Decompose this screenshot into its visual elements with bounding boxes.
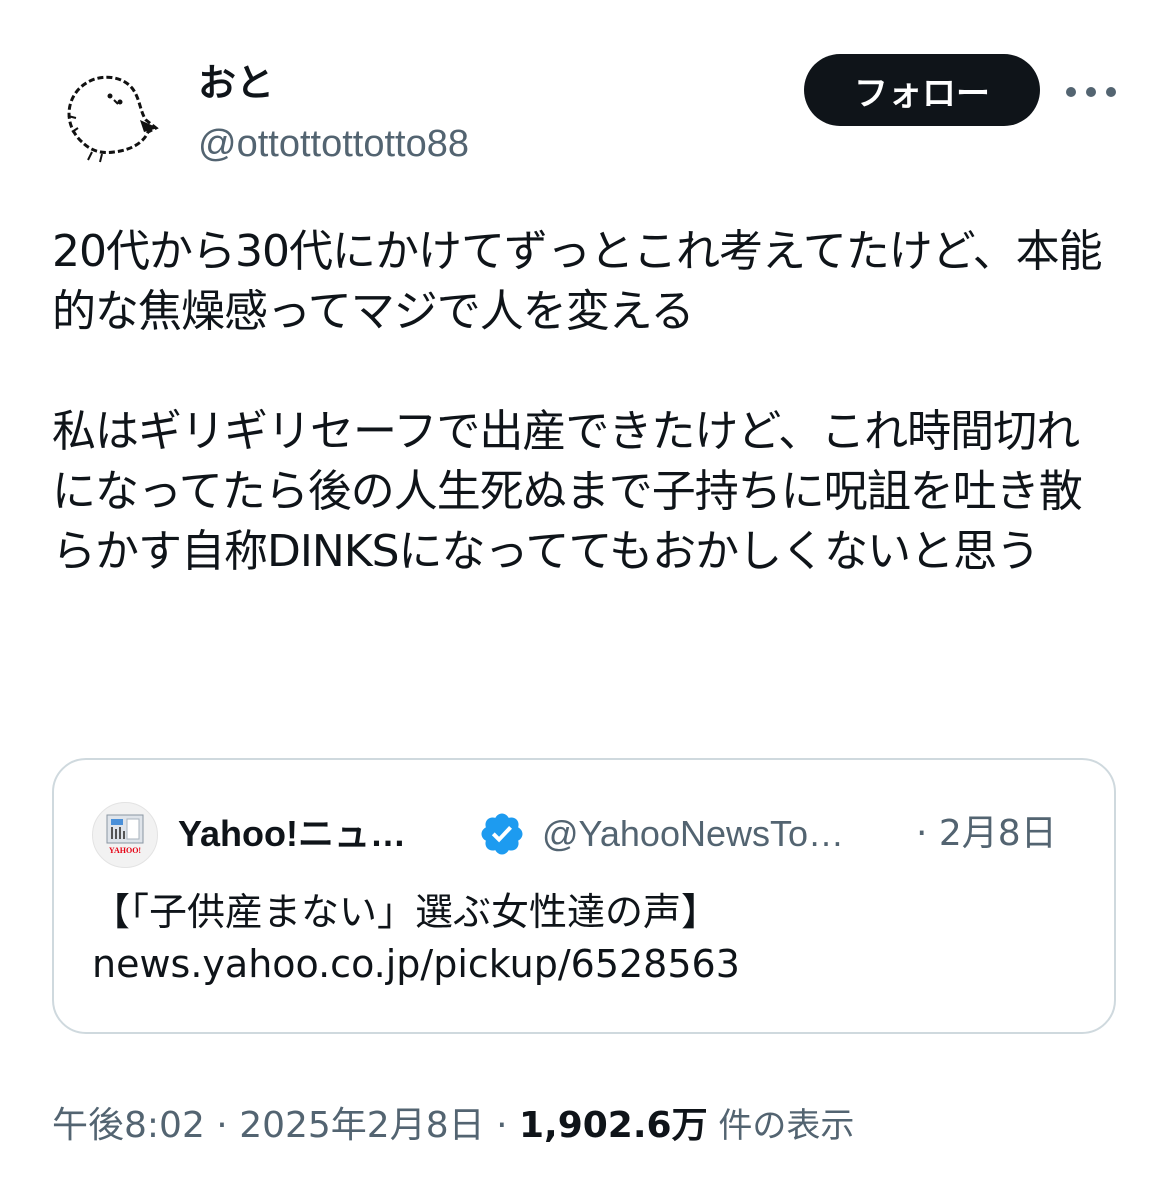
- tweet-time[interactable]: 午後8:02: [52, 1105, 205, 1146]
- author-avatar[interactable]: [52, 58, 168, 174]
- quoted-headline: 【「子供産まない」選ぶ女性達の声】: [92, 890, 720, 934]
- more-horizontal-icon[interactable]: [1066, 78, 1116, 106]
- more-dot: [1086, 87, 1096, 97]
- meta-separator: ·: [204, 1105, 240, 1146]
- views-label: 件の表示: [707, 1106, 855, 1146]
- yahoo-news-logo-icon[interactable]: YAHOO!: [92, 802, 158, 868]
- quoted-tweet-card[interactable]: YAHOO! Yahoo!ニュ… @YahooNewsTo… · 2月8日 【「…: [52, 758, 1116, 1034]
- quoted-display-name[interactable]: Yahoo!ニュ…: [178, 810, 406, 858]
- quoted-text: 【「子供産まない」選ぶ女性達の声】 news.yahoo.co.jp/picku…: [92, 886, 1092, 990]
- meta-separator: ·: [484, 1105, 519, 1146]
- yahoo-news-logo-graphic: YAHOO!: [106, 814, 144, 855]
- tweet-meta: 午後8:02 · 2025年2月8日 · 1,902.6万 件の表示: [52, 1098, 854, 1154]
- tweet-date[interactable]: 2025年2月8日: [239, 1105, 484, 1146]
- more-dot: [1066, 87, 1076, 97]
- yahoo-logo-text: YAHOO!: [109, 846, 141, 855]
- quoted-date[interactable]: · 2月8日: [916, 810, 1057, 858]
- views-count[interactable]: 1,902.6万: [519, 1105, 708, 1146]
- more-dot: [1106, 87, 1116, 97]
- white-bird-doodle-icon: [67, 75, 159, 163]
- author-handle[interactable]: @ottottottotto88: [198, 118, 469, 170]
- tweet-header: おと @ottottottotto88 フォロー: [0, 0, 1170, 180]
- follow-button[interactable]: フォロー: [804, 54, 1040, 126]
- quoted-link[interactable]: news.yahoo.co.jp/pickup/6528563: [92, 938, 1092, 990]
- verified-badge-icon: [481, 813, 523, 855]
- author-display-name[interactable]: おと: [198, 58, 274, 110]
- quoted-handle[interactable]: @YahooNewsTo…: [542, 810, 844, 858]
- tweet-text: 20代から30代にかけてずっとこれ考えてたけど、本能的な焦燥感ってマジで人を変え…: [52, 226, 1103, 577]
